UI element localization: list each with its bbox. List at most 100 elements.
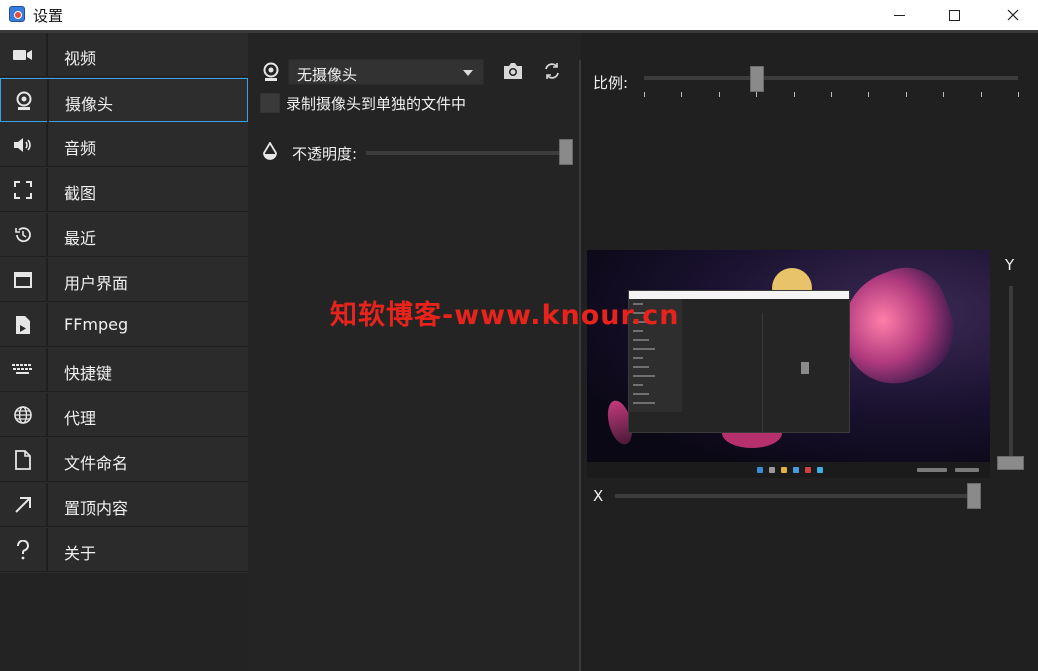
watermark-text: 知软博客-www.knour.cn (330, 300, 680, 331)
record-separate-checkbox[interactable] (260, 93, 280, 113)
sidebar-item-label: FFmpeg (64, 315, 129, 334)
sidebar-item-ffmpeg[interactable]: FFmpeg (0, 303, 248, 347)
preview-sidebar-line (633, 339, 649, 341)
sidebar-item-label: 最近 (64, 229, 97, 248)
camera-snapshot-button[interactable] (502, 62, 524, 82)
webcam-icon (262, 62, 280, 82)
ratio-tick (681, 92, 683, 97)
sidebar-item-screenshot[interactable]: 截图 (0, 168, 248, 212)
opacity-slider-track[interactable] (366, 151, 566, 155)
ratio-label: 比例: (593, 74, 629, 92)
opacity-drop-icon (262, 142, 278, 162)
sidebar-item-video[interactable]: 视频 (0, 33, 248, 77)
close-button[interactable] (990, 0, 1036, 30)
x-slider-track[interactable] (615, 494, 975, 498)
sidebar-item-label: 关于 (64, 544, 97, 563)
ratio-tick (718, 92, 720, 97)
webcam-icon (1, 79, 49, 123)
sidebar-item-ui[interactable]: 用户界面 (0, 258, 248, 302)
desktop-wallpaper (587, 250, 990, 462)
file-icon (0, 438, 48, 482)
preview-taskbar (587, 462, 990, 478)
sidebar-item-file-naming[interactable]: 文件命名 (0, 438, 248, 482)
ratio-tick (831, 92, 832, 97)
screen-preview (587, 250, 990, 478)
keyboard-icon (0, 348, 48, 392)
opacity-slider-thumb[interactable] (559, 139, 573, 165)
x-axis-label: X (593, 487, 604, 505)
x-slider-thumb[interactable] (967, 483, 981, 509)
y-slider-thumb[interactable] (997, 456, 1024, 470)
sidebar: 视频 摄像头 音频 截图 最近 用户界面 FFmpeg 快捷键 代理 文件命名 … (0, 33, 248, 573)
sidebar-item-label: 用户界面 (64, 274, 129, 293)
preview-sidebar-line (633, 384, 643, 386)
ratio-tick (943, 92, 945, 97)
ratio-tick (644, 92, 645, 97)
preview-sidebar-line (633, 375, 655, 377)
taskbar-icon (769, 467, 775, 473)
taskbar-icon (805, 467, 811, 473)
preview-sidebar-line (633, 393, 649, 395)
opacity-label: 不透明度: (292, 145, 358, 163)
sidebar-item-label: 文件命名 (64, 454, 129, 473)
record-separate-label: 录制摄像头到单独的文件中 (286, 95, 467, 113)
document-film-icon (0, 303, 48, 347)
ratio-slider-track[interactable] (644, 76, 1018, 80)
sidebar-item-hotkeys[interactable]: 快捷键 (0, 348, 248, 392)
sidebar-item-label: 置顶内容 (64, 499, 129, 518)
speaker-icon (0, 123, 48, 167)
preview-sidebar-line (633, 366, 649, 368)
ratio-tick (793, 92, 795, 97)
sidebar-item-label: 摄像头 (65, 95, 114, 114)
camera-settings-panel (248, 33, 580, 671)
preview-sidebar-line (633, 402, 655, 404)
ratio-tick (756, 92, 758, 97)
history-icon (0, 213, 48, 257)
title-bar: 设置 (0, 0, 1038, 30)
sidebar-item-label: 视频 (64, 49, 97, 68)
camera-select[interactable]: 无摄像头 (288, 59, 484, 85)
sidebar-item-recent[interactable]: 最近 (0, 213, 248, 257)
chevron-down-icon (463, 70, 473, 76)
maximize-button[interactable] (931, 0, 977, 30)
ratio-tick (980, 92, 982, 97)
ratio-tick (905, 92, 907, 97)
question-mark-icon (0, 528, 48, 572)
folder-icon (781, 467, 787, 473)
preview-divider (762, 313, 763, 433)
y-slider-track[interactable] (1009, 286, 1013, 458)
preview-sidebar-line (633, 357, 643, 359)
sidebar-item-about[interactable]: 关于 (0, 528, 248, 572)
taskbar-icon (817, 467, 823, 473)
sidebar-item-audio[interactable]: 音频 (0, 123, 248, 167)
sidebar-empty-area (0, 573, 248, 671)
app-icon (9, 6, 25, 22)
ratio-slider-thumb[interactable] (750, 66, 764, 92)
taskbar-icon (793, 467, 799, 473)
video-camera-icon (0, 33, 48, 77)
close-icon (1007, 9, 1019, 21)
window-icon (0, 258, 48, 302)
minimize-icon (893, 14, 905, 16)
sidebar-item-label: 音频 (64, 139, 97, 158)
maximize-icon (948, 9, 960, 21)
sidebar-item-label: 截图 (64, 184, 97, 203)
sidebar-item-label: 快捷键 (64, 364, 113, 383)
window-title: 设置 (33, 7, 64, 25)
ratio-tick (868, 92, 870, 97)
sidebar-item-label: 代理 (64, 409, 97, 428)
refresh-cameras-button[interactable] (543, 62, 563, 82)
globe-icon (0, 393, 48, 437)
preview-sidebar-line (633, 348, 655, 350)
refresh-icon (545, 63, 559, 79)
sidebar-item-webcam[interactable]: 摄像头 (0, 78, 248, 123)
system-tray (917, 468, 947, 472)
camera-select-value: 无摄像头 (297, 66, 358, 84)
windows-start-icon (757, 467, 763, 473)
clock (955, 468, 979, 472)
sidebar-item-pinned[interactable]: 置顶内容 (0, 483, 248, 527)
minimize-button[interactable] (876, 0, 922, 30)
ratio-tick (1018, 92, 1019, 97)
sidebar-item-proxy[interactable]: 代理 (0, 393, 248, 437)
y-axis-label: Y (1005, 256, 1015, 274)
